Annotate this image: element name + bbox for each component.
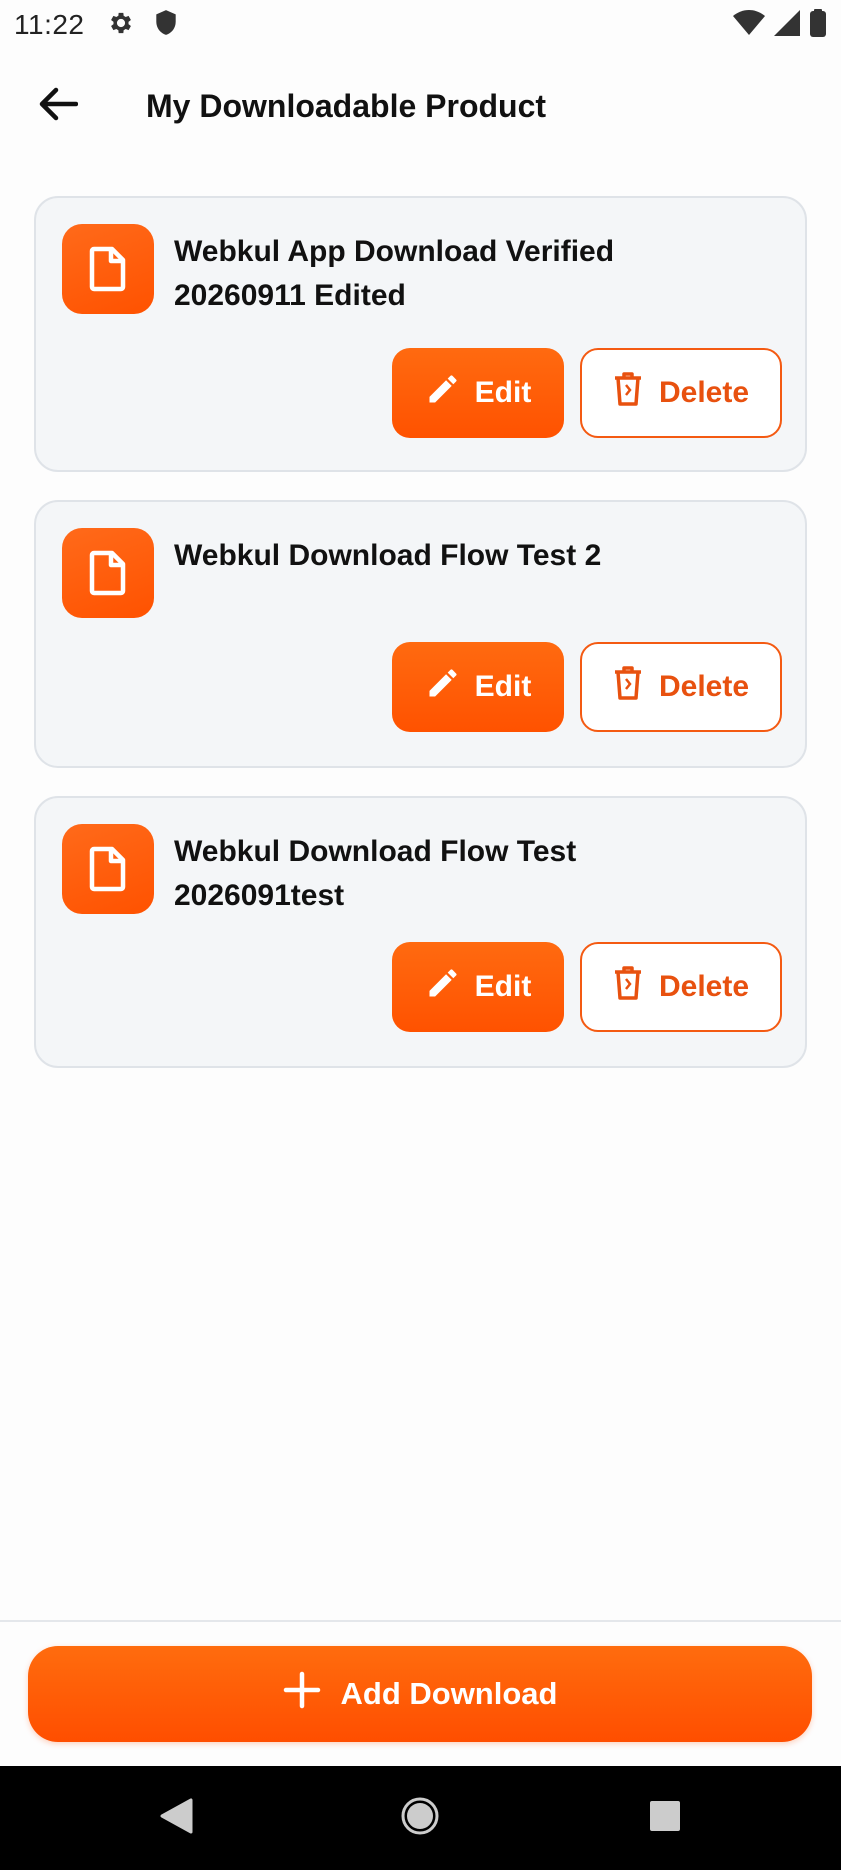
status-time: 11:22	[14, 9, 85, 40]
product-title-line2: 2026091test	[174, 879, 345, 912]
file-icon	[62, 528, 154, 618]
add-download-label: Add Download	[340, 1676, 558, 1711]
back-button[interactable]	[18, 66, 98, 146]
status-right-icons	[733, 8, 827, 42]
system-nav-bar	[0, 1766, 841, 1870]
pencil-icon	[425, 371, 461, 415]
product-title: Webkul Download Flow Test 2026091test	[174, 830, 774, 918]
product-card: Webkul Download Flow Test 2 Edit Delete	[34, 500, 807, 768]
edit-label: Edit	[474, 376, 532, 409]
product-title-line1: Webkul App Download Verified	[174, 235, 615, 268]
edit-button[interactable]: Edit	[392, 942, 564, 1032]
product-title-line1: Webkul Download Flow Test	[174, 835, 577, 868]
file-icon	[62, 824, 154, 914]
cell-signal-icon	[773, 9, 801, 42]
product-title-line2: 20260911 Edited	[174, 279, 406, 312]
product-card: Webkul Download Flow Test 2026091test Ed…	[34, 796, 807, 1068]
battery-icon	[809, 8, 827, 42]
edit-button[interactable]: Edit	[392, 642, 564, 732]
app-bar: My Downloadable Product	[0, 60, 841, 152]
footer-divider	[0, 1620, 841, 1622]
shield-icon	[153, 9, 179, 42]
arrow-left-icon	[38, 86, 79, 127]
delete-button[interactable]: Delete	[580, 642, 782, 732]
trash-icon	[613, 371, 643, 415]
delete-label: Delete	[658, 970, 750, 1003]
delete-label: Delete	[658, 376, 750, 409]
status-bar: 11:22	[0, 0, 841, 50]
add-download-button[interactable]: Add Download	[28, 1646, 812, 1742]
nav-home-button[interactable]	[360, 1766, 480, 1870]
product-title-line1: Webkul Download Flow Test 2	[174, 539, 602, 572]
page-title: My Downloadable Product	[146, 87, 547, 124]
triangle-back-icon	[159, 1798, 193, 1839]
trash-icon	[613, 965, 643, 1009]
trash-icon	[613, 665, 643, 709]
product-title: Webkul Download Flow Test 2	[174, 534, 774, 578]
screen: 11:22 My Downloadable Product Webkul App…	[0, 0, 841, 1870]
pencil-icon	[425, 665, 461, 709]
nav-recents-button[interactable]	[605, 1766, 725, 1870]
wifi-icon	[733, 9, 765, 41]
nav-back-button[interactable]	[116, 1766, 236, 1870]
plus-icon	[283, 1671, 321, 1717]
pencil-icon	[425, 965, 461, 1009]
delete-button[interactable]: Delete	[580, 942, 782, 1032]
gear-icon	[107, 9, 135, 42]
edit-label: Edit	[474, 970, 532, 1003]
product-title: Webkul App Download Verified 20260911 Ed…	[174, 230, 774, 318]
square-recents-icon	[648, 1799, 682, 1838]
circle-home-icon	[400, 1796, 440, 1841]
edit-button[interactable]: Edit	[392, 348, 564, 438]
delete-label: Delete	[658, 670, 750, 703]
file-icon	[62, 224, 154, 314]
status-left-icons	[107, 9, 179, 42]
edit-label: Edit	[474, 670, 532, 703]
delete-button[interactable]: Delete	[580, 348, 782, 438]
product-card: Webkul App Download Verified 20260911 Ed…	[34, 196, 807, 472]
